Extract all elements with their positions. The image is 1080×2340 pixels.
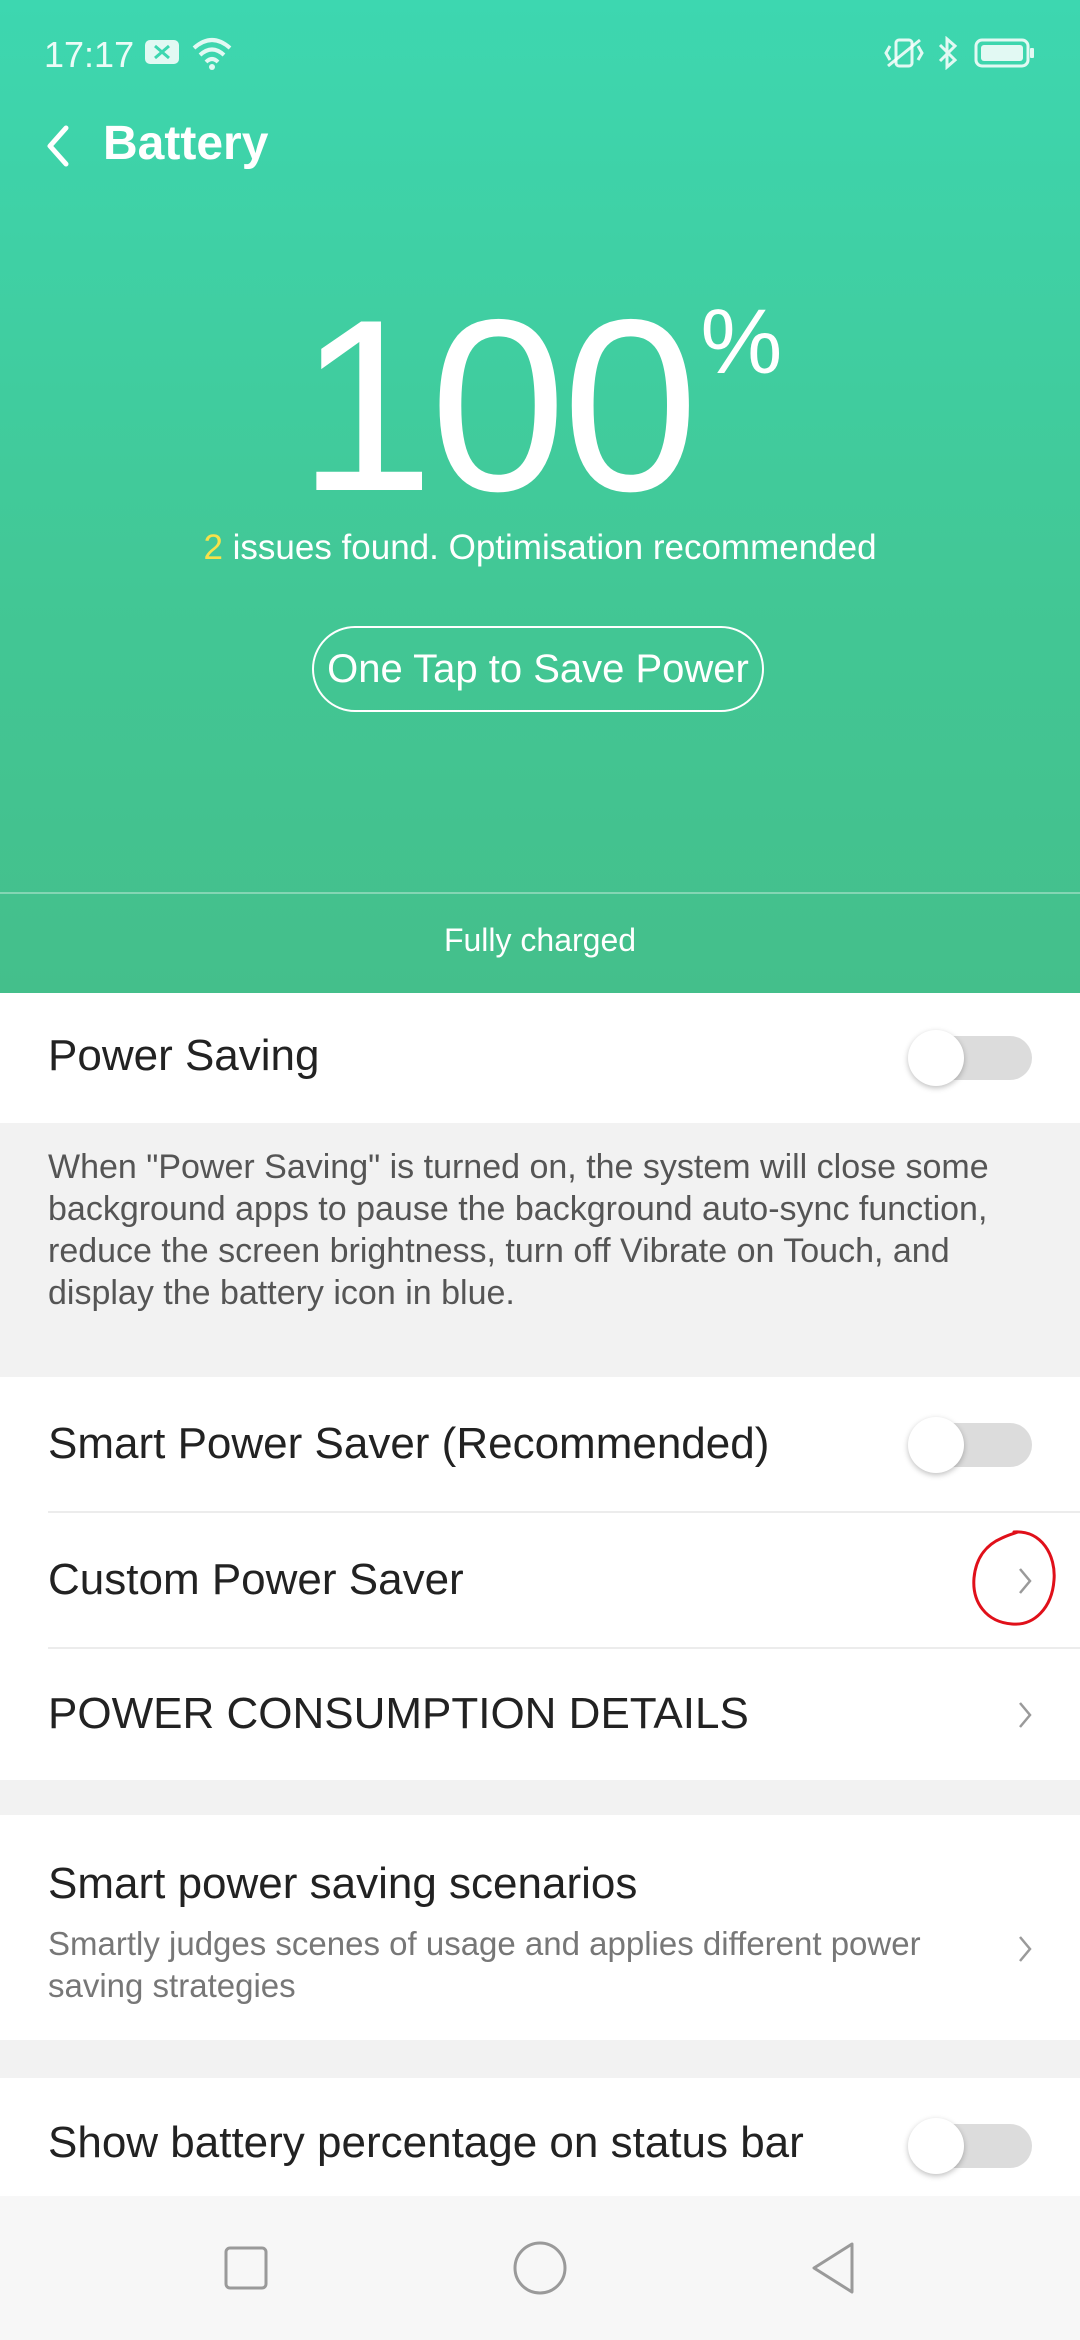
system-nav-bar xyxy=(0,2196,1080,2340)
header-divider xyxy=(0,892,1080,894)
power-saving-description: When "Power Saving" is turned on, the sy… xyxy=(48,1148,989,1312)
vibrate-icon xyxy=(884,38,924,68)
issues-count: 2 xyxy=(203,528,223,567)
one-tap-save-power-button[interactable]: One Tap to Save Power xyxy=(312,626,764,712)
custom-power-saver-row[interactable]: Custom Power Saver xyxy=(0,1513,1080,1647)
battery-percentage: 100% xyxy=(0,283,1080,528)
back-triangle-icon[interactable] xyxy=(802,2236,866,2300)
smart-scenarios-row[interactable]: Smart power saving scenarios Smartly jud… xyxy=(0,1815,1080,2040)
smart-scenarios-label: Smart power saving scenarios xyxy=(48,1859,638,1908)
show-percentage-label: Show battery percentage on status bar xyxy=(48,2118,804,2167)
power-consumption-label: POWER CONSUMPTION DETAILS xyxy=(48,1689,749,1738)
smart-scenarios-subtitle: Smartly judges scenes of usage and appli… xyxy=(48,1925,921,2004)
power-saving-toggle[interactable] xyxy=(908,1030,1032,1086)
home-circle-icon[interactable] xyxy=(508,2236,572,2300)
issues-text: issues found. Optimisation recommended xyxy=(222,528,877,567)
chevron-right-icon xyxy=(1019,1702,1032,1728)
battery-icon xyxy=(974,38,1034,68)
battery-header: 17:17 Battery 100% 2 issues found. Optim… xyxy=(0,0,1080,993)
smart-power-saver-toggle[interactable] xyxy=(908,1417,1032,1473)
show-percentage-row[interactable]: Show battery percentage on status bar xyxy=(0,2078,1080,2196)
show-percentage-toggle[interactable] xyxy=(908,2118,1032,2174)
power-consumption-row[interactable]: POWER CONSUMPTION DETAILS xyxy=(0,1649,1080,1780)
charge-status: Fully charged xyxy=(443,922,637,958)
power-saving-row[interactable]: Power Saving xyxy=(0,993,1080,1123)
wifi-icon xyxy=(192,38,232,70)
back-chevron-icon[interactable] xyxy=(40,118,80,174)
bluetooth-icon xyxy=(938,36,958,70)
battery-percent-value: 100 xyxy=(297,268,699,542)
page-title: Battery xyxy=(103,117,269,170)
status-time: 17:17 xyxy=(44,34,135,75)
smart-power-saver-label: Smart Power Saver (Recommended) xyxy=(48,1419,770,1468)
battery-percent-sign: % xyxy=(700,291,783,393)
power-options-group: Smart Power Saver (Recommended) Custom P… xyxy=(0,1377,1080,1780)
annotation-circle xyxy=(972,1530,1056,1626)
issues-summary: 2 issues found. Optimisation recommended xyxy=(0,528,1080,568)
smart-power-saver-row[interactable]: Smart Power Saver (Recommended) xyxy=(0,1377,1080,1511)
sim-x-icon xyxy=(145,40,179,64)
custom-power-saver-label: Custom Power Saver xyxy=(48,1555,464,1604)
chevron-right-icon xyxy=(1019,1936,1032,1962)
power-saving-label: Power Saving xyxy=(48,1031,320,1080)
status-bar: 17:17 xyxy=(0,0,1080,110)
recents-square-icon[interactable] xyxy=(214,2236,278,2300)
